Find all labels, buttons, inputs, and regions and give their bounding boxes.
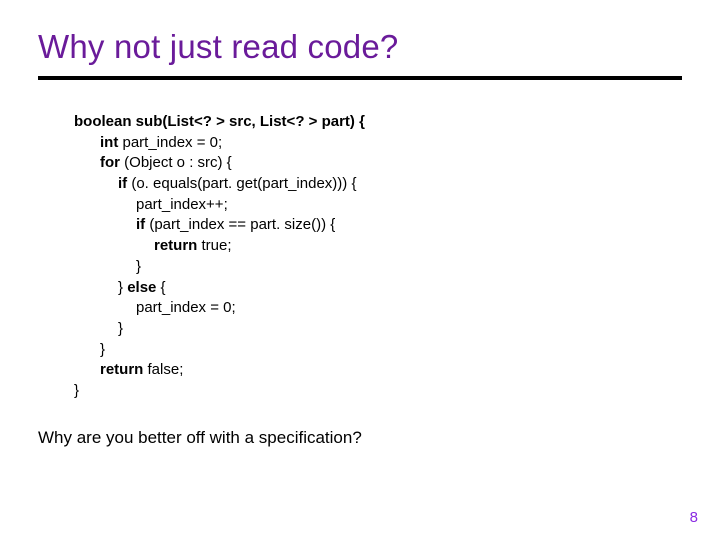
code-line: for (Object o : src) { <box>74 153 682 174</box>
keyword-for: for <box>100 154 120 171</box>
code-line: } <box>74 382 79 399</box>
code-line: } <box>74 340 682 361</box>
slide-question: Why are you better off with a specificat… <box>38 428 682 448</box>
code-line-signature: boolean sub(List<? > src, List<? > part)… <box>74 113 365 130</box>
code-text: false; <box>143 361 183 378</box>
keyword-int: int <box>100 134 118 151</box>
code-text: { <box>156 279 165 296</box>
code-text: (Object o : src) { <box>120 154 232 171</box>
keyword-return: return <box>100 361 143 378</box>
code-text: sub(List<? > src, List<? > part) { <box>132 113 365 130</box>
code-line: part_index++; <box>74 195 682 216</box>
keyword-else: else <box>127 279 156 296</box>
code-block: boolean sub(List<? > src, List<? > part)… <box>74 112 682 402</box>
code-line: } <box>74 257 682 278</box>
code-text: true; <box>197 237 231 254</box>
slide-title: Why not just read code? <box>38 28 682 80</box>
code-line: part_index = 0; <box>74 298 682 319</box>
keyword-if: if <box>118 175 127 192</box>
code-line: } <box>74 319 682 340</box>
page-number: 8 <box>690 509 698 526</box>
keyword-boolean: boolean <box>74 113 132 130</box>
keyword-if: if <box>136 216 145 233</box>
code-line: } else { <box>74 278 682 299</box>
code-text: (o. equals(part. get(part_index))) { <box>127 175 356 192</box>
code-line: return false; <box>74 360 682 381</box>
keyword-return: return <box>154 237 197 254</box>
code-line: if (part_index == part. size()) { <box>74 215 682 236</box>
code-text: part_index = 0; <box>118 134 222 151</box>
code-text: } <box>118 279 127 296</box>
code-text: (part_index == part. size()) { <box>145 216 335 233</box>
code-line: int part_index = 0; <box>74 133 682 154</box>
code-line: return true; <box>74 236 682 257</box>
slide: Why not just read code? boolean sub(List… <box>0 0 720 540</box>
code-line: if (o. equals(part. get(part_index))) { <box>74 174 682 195</box>
